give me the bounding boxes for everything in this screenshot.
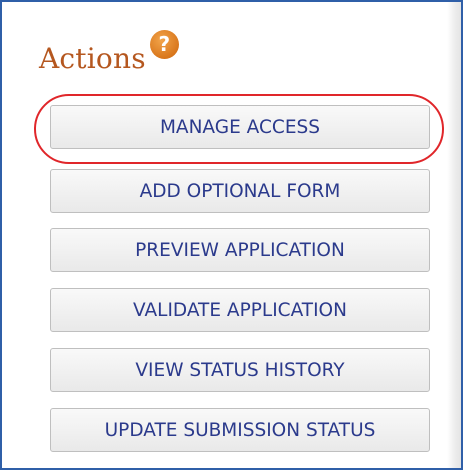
actions-header: Actions ? xyxy=(39,30,179,80)
validate-application-button[interactable]: VALIDATE APPLICATION xyxy=(50,288,430,332)
view-status-history-button[interactable]: VIEW STATUS HISTORY xyxy=(50,348,430,392)
manage-access-button[interactable]: MANAGE ACCESS xyxy=(50,105,430,149)
actions-title: Actions xyxy=(39,42,146,75)
panel-edge-shadow xyxy=(447,2,461,468)
add-optional-form-button[interactable]: ADD OPTIONAL FORM xyxy=(50,169,430,213)
update-submission-status-button[interactable]: UPDATE SUBMISSION STATUS xyxy=(50,408,430,452)
actions-panel: Actions ? MANAGE ACCESS ADD OPTIONAL FOR… xyxy=(0,0,463,470)
help-icon[interactable]: ? xyxy=(149,30,179,59)
preview-application-button[interactable]: PREVIEW APPLICATION xyxy=(50,228,430,272)
